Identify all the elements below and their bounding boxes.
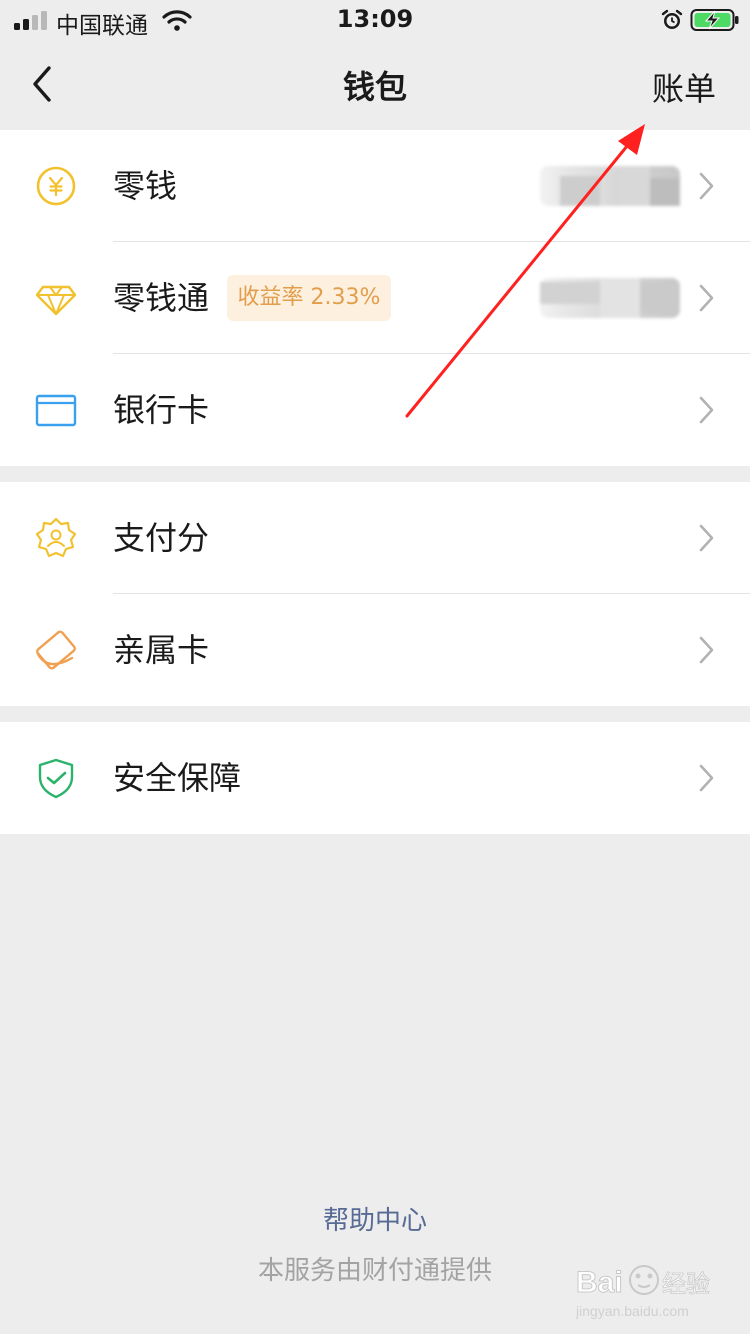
- yield-rate-badge: 收益率 2.33%: [227, 275, 391, 321]
- list-item-pay-score[interactable]: 支付分: [0, 482, 750, 594]
- status-bar: 中国联通 13:09: [0, 0, 750, 40]
- chevron-right-icon: [699, 396, 714, 424]
- chevron-right-icon: [699, 172, 714, 200]
- pay-score-icon: [35, 517, 77, 558]
- list-item-label: 零钱通: [113, 279, 210, 317]
- battery-charging-icon: [690, 9, 739, 31]
- family-card-icon: [36, 630, 76, 670]
- shield-check-icon: [38, 758, 74, 799]
- chevron-right-icon: [699, 284, 714, 312]
- page-title: 钱包: [342, 68, 407, 106]
- list-item-change-plus[interactable]: 零钱通 收益率 2.33%: [0, 242, 750, 354]
- chevron-right-icon: [699, 636, 714, 664]
- baidu-jingyan-watermark: Bai 经验 jingyan.baidu.com: [575, 1265, 710, 1319]
- bill-button[interactable]: 账单: [652, 64, 716, 110]
- list-item-change[interactable]: 零钱: [0, 130, 750, 242]
- list-item-label: 零钱: [113, 167, 178, 205]
- svg-text:Bai: Bai: [576, 1266, 623, 1299]
- svg-text:jingyan.baidu.com: jingyan.baidu.com: [575, 1303, 689, 1319]
- svg-text:经验: 经验: [662, 1270, 710, 1298]
- list-item-label: 银行卡: [113, 391, 210, 429]
- wallet-group-1: 零钱 零钱通 收益率 2.33% 银行卡: [0, 130, 750, 466]
- list-item-label: 亲属卡: [113, 631, 210, 669]
- balance-value-blurred: [540, 278, 680, 318]
- bank-card-icon: [35, 394, 77, 427]
- chevron-right-icon: [699, 764, 714, 792]
- list-item-bank-card[interactable]: 银行卡: [0, 354, 750, 466]
- diamond-icon: [35, 285, 77, 316]
- list-item-security[interactable]: 安全保障: [0, 722, 750, 834]
- list-item-label: 支付分: [113, 519, 210, 557]
- chevron-right-icon: [699, 524, 714, 552]
- status-time: 13:09: [336, 5, 414, 33]
- nav-bar: 钱包 账单: [0, 40, 750, 130]
- wallet-group-3: 安全保障: [0, 722, 750, 834]
- list-item-family-card[interactable]: 亲属卡: [0, 594, 750, 706]
- yuan-coin-icon: [36, 166, 76, 206]
- list-item-label: 安全保障: [113, 759, 242, 797]
- balance-value-blurred: [540, 166, 680, 206]
- help-center-link[interactable]: 帮助中心: [0, 1200, 750, 1237]
- wallet-group-2: 支付分 亲属卡: [0, 482, 750, 706]
- alarm-icon: [661, 9, 683, 29]
